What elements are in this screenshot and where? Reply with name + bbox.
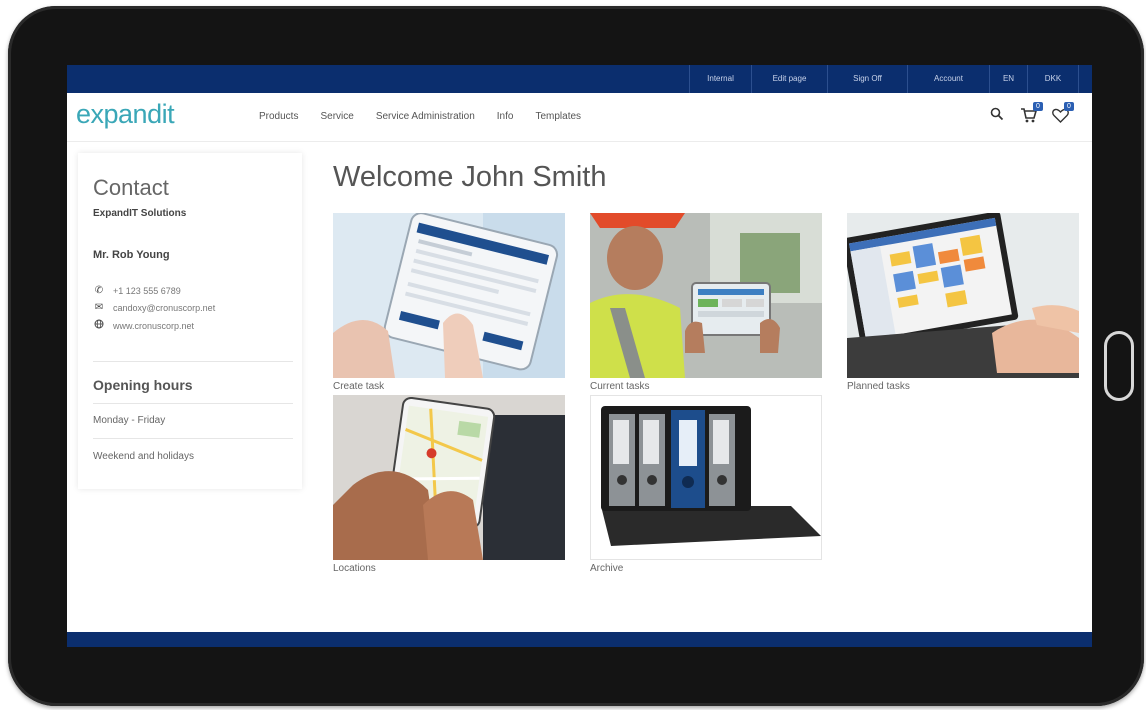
- archive-image: [590, 395, 822, 560]
- phone-number[interactable]: +1 123 555 6789: [113, 286, 181, 296]
- main-nav: Products Service Service Administration …: [259, 111, 603, 122]
- site-footer: [67, 632, 1092, 647]
- hours-weekend: Weekend and holidays: [93, 451, 194, 462]
- tile-caption[interactable]: Planned tasks: [847, 381, 1079, 392]
- planned-tasks-image: [847, 213, 1079, 378]
- contact-person: Mr. Rob Young: [93, 249, 170, 261]
- wishlist-heart-icon[interactable]: [1052, 108, 1069, 128]
- search-icon[interactable]: [990, 107, 1004, 126]
- internal-link[interactable]: Internal: [689, 65, 751, 93]
- email-link[interactable]: candoxy@cronuscorp.net: [113, 303, 215, 313]
- currency-selector[interactable]: DKK: [1027, 65, 1079, 93]
- website-line: www.cronuscorp.net: [93, 319, 194, 332]
- phone-icon: ✆: [94, 285, 104, 296]
- cart-count-badge: 0: [1033, 102, 1043, 111]
- create-task-image: [333, 213, 565, 378]
- contact-card: Contact ExpandIT Solutions Mr. Rob Young…: [78, 153, 302, 489]
- contact-title: Contact: [93, 175, 169, 200]
- nav-templates[interactable]: Templates: [535, 111, 581, 122]
- company-name: ExpandIT Solutions: [93, 208, 187, 219]
- browser-screen: Internal Edit page Sign Off Account EN D…: [67, 65, 1092, 647]
- tile-caption[interactable]: Create task: [333, 381, 565, 392]
- contact-divider: [93, 361, 293, 362]
- nav-products[interactable]: Products: [259, 111, 298, 122]
- tile-locations[interactable]: Locations: [333, 395, 565, 574]
- expandit-logo[interactable]: expandit: [76, 99, 175, 130]
- tile-create-task[interactable]: Create task: [333, 213, 565, 392]
- website-link[interactable]: www.cronuscorp.net: [113, 321, 194, 331]
- globe-icon: [93, 319, 105, 332]
- wishlist-count-badge: 0: [1064, 102, 1074, 111]
- phone-line: ✆ +1 123 555 6789: [93, 285, 181, 296]
- opening-hours-title: Opening hours: [93, 377, 193, 393]
- welcome-heading: Welcome John Smith: [333, 161, 607, 193]
- tablet-home-button: [1104, 331, 1134, 401]
- header-icons: 0 0: [990, 102, 1080, 131]
- tile-caption[interactable]: Current tasks: [590, 381, 822, 392]
- utility-links: Internal Edit page Sign Off Account EN D…: [689, 65, 1079, 93]
- email-line: ✉ candoxy@cronuscorp.net: [93, 302, 215, 313]
- tile-caption[interactable]: Locations: [333, 563, 565, 574]
- site-header: expandit Products Service Service Admini…: [67, 93, 1092, 142]
- tile-caption[interactable]: Archive: [590, 563, 822, 574]
- tile-archive[interactable]: Archive: [590, 395, 822, 574]
- locations-image: [333, 395, 565, 560]
- hours-divider-2: [93, 438, 293, 439]
- nav-info[interactable]: Info: [497, 111, 514, 122]
- account-link[interactable]: Account: [907, 65, 989, 93]
- sign-off-link[interactable]: Sign Off: [827, 65, 907, 93]
- nav-service-administration[interactable]: Service Administration: [376, 111, 475, 122]
- tile-current-tasks[interactable]: Current tasks: [590, 213, 822, 392]
- edit-page-link[interactable]: Edit page: [751, 65, 827, 93]
- nav-service[interactable]: Service: [320, 111, 353, 122]
- hours-divider: [93, 403, 293, 404]
- current-tasks-image: [590, 213, 822, 378]
- envelope-icon: ✉: [94, 302, 104, 313]
- language-selector[interactable]: EN: [989, 65, 1027, 93]
- tile-planned-tasks[interactable]: Planned tasks: [847, 213, 1079, 392]
- hours-weekdays: Monday - Friday: [93, 415, 166, 426]
- utility-bar: Internal Edit page Sign Off Account EN D…: [67, 65, 1092, 93]
